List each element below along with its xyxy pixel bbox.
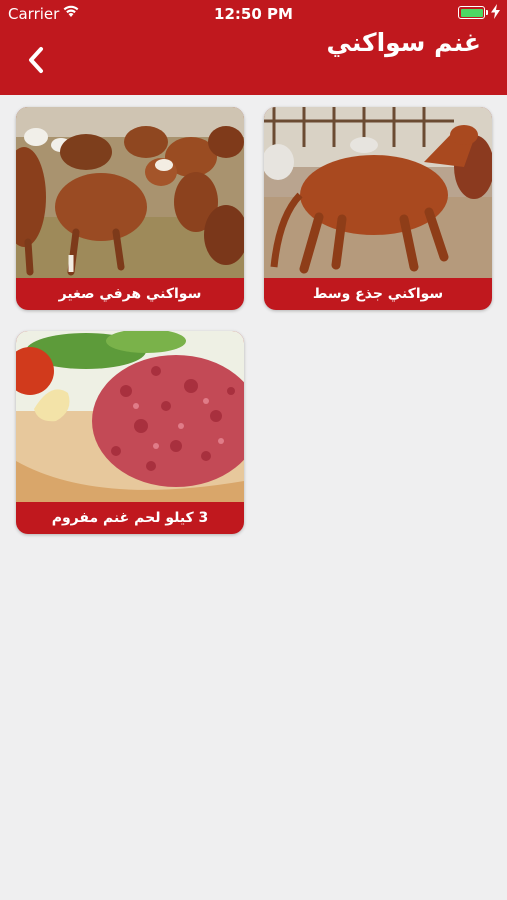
product-card[interactable]: سواكني هرفي صغير <box>16 107 244 310</box>
product-name: سواكني هرفي صغير <box>58 286 202 302</box>
chevron-left-icon <box>29 47 43 73</box>
product-card[interactable]: سواكني جذع وسط <box>264 107 492 310</box>
navigation-header: Carrier 12:50 PM غنم سواكني <box>0 0 507 95</box>
product-card[interactable]: 3 كيلو لحم غنم مفروم <box>16 331 244 534</box>
charging-bolt-icon <box>491 4 500 23</box>
product-image <box>264 107 492 278</box>
battery-icon <box>458 6 488 19</box>
page-title: غنم سواكني <box>326 28 481 57</box>
clock: 12:50 PM <box>214 5 293 23</box>
product-image <box>16 107 244 278</box>
status-bar: Carrier 12:50 PM <box>0 0 507 28</box>
product-name: سواكني جذع وسط <box>312 286 444 302</box>
product-name: 3 كيلو لحم غنم مفروم <box>51 510 209 526</box>
back-button[interactable] <box>18 42 54 78</box>
product-image <box>16 331 244 502</box>
